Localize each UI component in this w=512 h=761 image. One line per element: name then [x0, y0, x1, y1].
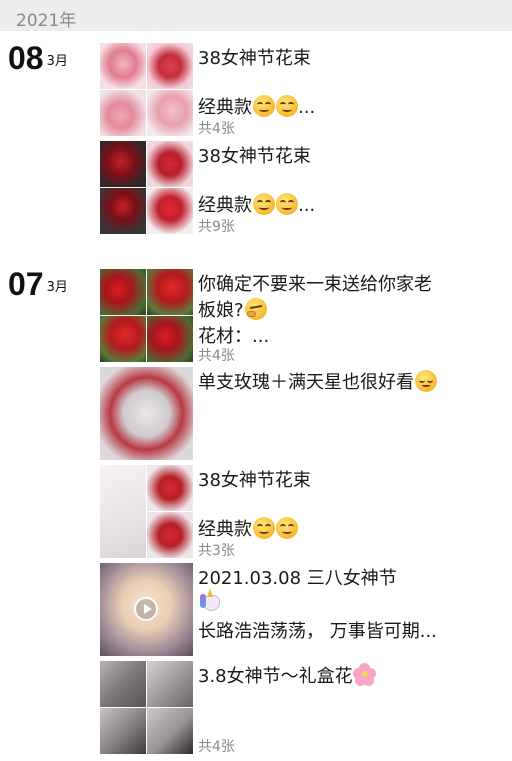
post-text-line: 经典款 [198, 515, 298, 541]
photo-count: 共4张 [198, 348, 235, 364]
flower-thumbnail [100, 269, 146, 315]
post-thumbnail-grid[interactable] [100, 269, 193, 362]
moment-post-video[interactable]: 2021.03.08 三八女神节 长路浩浩荡荡， 万事皆可期... [100, 563, 510, 656]
play-icon[interactable] [134, 597, 158, 621]
flower-thumbnail [147, 269, 193, 315]
photo-count: 共9张 [198, 219, 235, 235]
moment-post[interactable]: 38女神节花束 经典款... 共4张 [100, 43, 510, 137]
photo-count: 共4张 [198, 121, 235, 137]
flower-thumbnail [100, 465, 146, 558]
moment-post[interactable]: 单支玫瑰＋满天星也很好看 [100, 367, 510, 460]
flower-thumbnail [147, 43, 193, 89]
flower-thumbnail [147, 512, 193, 558]
post-text: 板娘? [198, 300, 244, 321]
relieved-face-icon [415, 370, 437, 392]
smile-icon [253, 517, 275, 539]
smile-icon [276, 193, 298, 215]
post-text-line: 经典款... [198, 191, 315, 217]
flower-thumbnail [147, 465, 193, 511]
flower-thumbnail [100, 90, 146, 136]
flower-thumbnail [147, 316, 193, 362]
date-group-07: 07 3月 [8, 266, 68, 303]
flower-thumbnail [100, 367, 193, 460]
moment-post[interactable]: 你确定不要来一束送给你家老 板娘? 花材：... 共4张 [100, 269, 510, 364]
post-text-line: 3.8女神节～礼盒花 [198, 662, 377, 688]
smile-icon [276, 95, 298, 117]
smile-icon [253, 95, 275, 117]
post-thumbnail-grid[interactable] [100, 465, 193, 558]
post-text-line: 你确定不要来一束送给你家老 [198, 274, 432, 295]
post-text: 单支玫瑰＋满天星也很好看 [198, 372, 414, 393]
date-month: 3月 [46, 280, 68, 295]
gift-box-thumbnail [100, 708, 146, 754]
flower-thumbnail [100, 188, 146, 234]
post-text-line: 38女神节花束 [198, 146, 311, 167]
flower-thumbnail [147, 141, 193, 187]
gift-box-thumbnail [147, 661, 193, 707]
thinking-face-icon [244, 298, 267, 320]
post-text: 经典款 [198, 195, 252, 216]
gift-box-thumbnail [100, 661, 146, 707]
gift-box-thumbnail [147, 708, 193, 754]
post-text-line: 单支玫瑰＋满天星也很好看 [198, 368, 437, 394]
flower-thumbnail [100, 141, 146, 187]
photo-count: 共3张 [198, 543, 235, 559]
post-thumbnail[interactable] [100, 367, 193, 460]
moment-post[interactable]: 38女神节花束 经典款 共3张 [100, 465, 510, 559]
flower-thumbnail [100, 43, 146, 89]
post-thumbnail-grid[interactable] [100, 661, 193, 754]
post-text-line: 2021.03.08 三八女神节 [198, 568, 397, 589]
date-day: 08 [8, 40, 44, 76]
post-text-line: 经典款... [198, 93, 315, 119]
moment-post[interactable]: 38女神节花束 经典款... 共9张 [100, 141, 510, 235]
photo-count: 共4张 [198, 739, 235, 755]
video-thumbnail[interactable] [100, 563, 193, 656]
year-header: 2021年 [0, 0, 512, 31]
post-text-line [198, 588, 222, 617]
post-text-line: 38女神节花束 [198, 470, 311, 491]
year-label: 2021年 [16, 11, 77, 31]
post-text-line: 长路浩浩荡荡， 万事皆可期... [198, 621, 437, 642]
date-day: 07 [8, 266, 44, 302]
post-text: 经典款 [198, 97, 252, 118]
post-text-line: 板娘? [198, 296, 267, 322]
cherry-blossom-icon [352, 663, 377, 687]
unicorn-icon [198, 588, 222, 612]
post-thumbnail-grid[interactable] [100, 43, 193, 136]
post-thumbnail-grid[interactable] [100, 141, 193, 234]
date-month: 3月 [46, 54, 68, 69]
ellipsis: ... [298, 195, 316, 216]
flower-thumbnail [147, 90, 193, 136]
smile-icon [276, 517, 298, 539]
flower-thumbnail [147, 188, 193, 234]
moment-post[interactable]: 3.8女神节～礼盒花 共4张 [100, 661, 510, 755]
post-text: 经典款 [198, 519, 252, 540]
ellipsis: ... [298, 97, 316, 118]
date-group-08: 08 3月 [8, 40, 68, 77]
flower-thumbnail [100, 316, 146, 362]
smile-icon [253, 193, 275, 215]
post-text: 3.8女神节～礼盒花 [198, 666, 353, 687]
post-text-line: 38女神节花束 [198, 48, 311, 69]
